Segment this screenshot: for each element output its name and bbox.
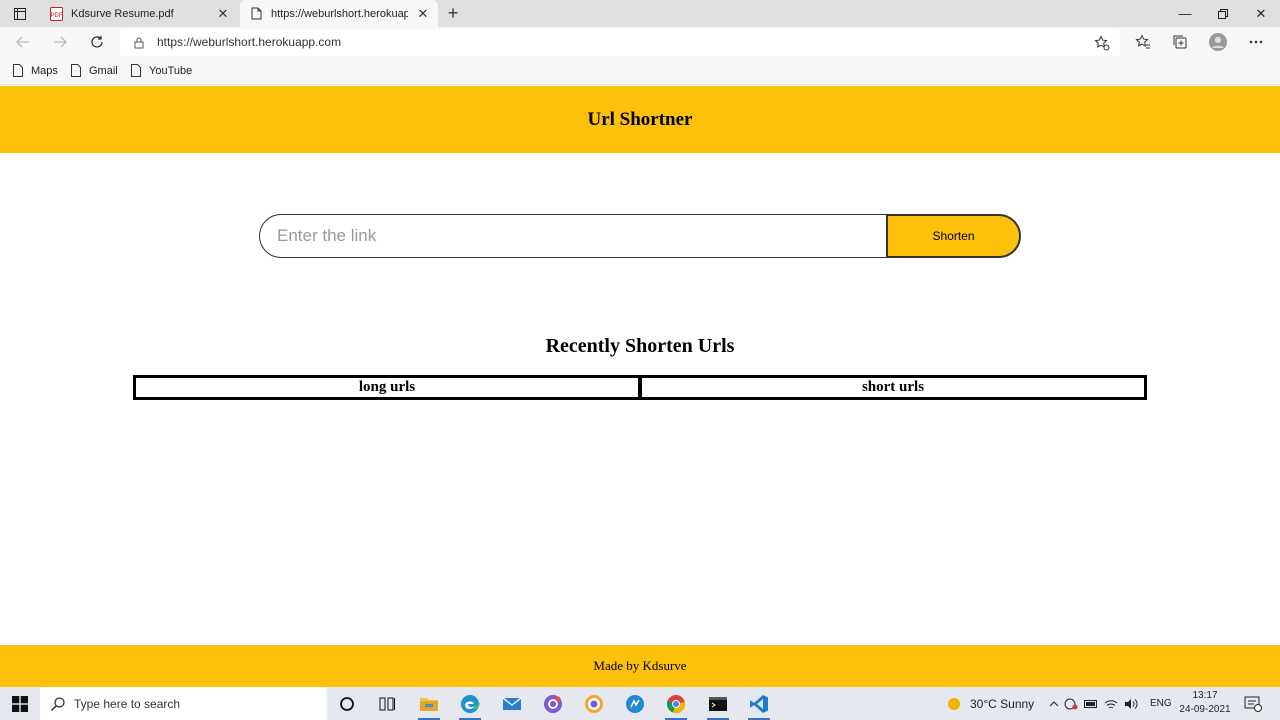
document-icon <box>71 64 81 77</box>
tab-actions-icon[interactable] <box>8 5 32 23</box>
network-warning-icon[interactable] <box>1061 698 1081 710</box>
bookmark-label: Maps <box>31 64 58 77</box>
notifications-icon[interactable] <box>1244 687 1262 720</box>
taskbar-search-box[interactable]: Type here to search <box>40 687 327 720</box>
restore-icon[interactable] <box>1204 0 1242 27</box>
page-header: Url Shortner <box>0 86 1280 153</box>
bookmark-gmail[interactable]: Gmail <box>71 64 118 77</box>
weather-widget[interactable]: 30°C Sunny <box>946 687 1034 720</box>
shorten-button[interactable]: Shorten <box>886 214 1021 258</box>
add-favorite-icon[interactable] <box>1094 35 1110 51</box>
chrome-icon[interactable] <box>663 691 689 720</box>
language-text: ENG <box>1150 698 1172 709</box>
recent-urls-heading: Recently Shorten Urls <box>545 335 735 357</box>
wifi-icon[interactable] <box>1101 698 1121 710</box>
bookmarks-bar: Maps Gmail YouTube <box>0 58 1280 85</box>
back-arrow-icon[interactable] <box>13 33 33 51</box>
volume-icon[interactable] <box>1121 698 1141 710</box>
search-placeholder: Type here to search <box>74 696 181 711</box>
tab-weburlshort[interactable]: https://weburlshort.herokuapp.c ✕ <box>240 0 438 27</box>
table-header-long-urls: long urls <box>358 379 416 395</box>
pdf-icon: PDF <box>49 6 63 21</box>
table-header-short-urls: short urls <box>638 378 1144 397</box>
url-text: https://weburlshort.herokuapp.com <box>157 35 342 49</box>
browser-tab-bar: PDF Kdsurve Resume.pdf ✕ https://weburls… <box>0 0 1280 27</box>
clock-date: 24-09-2021 <box>1179 704 1231 715</box>
close-icon[interactable]: ✕ <box>416 6 430 21</box>
close-window-icon[interactable]: ✕ <box>1242 0 1280 27</box>
windows-start-icon[interactable] <box>0 687 40 720</box>
minimize-icon[interactable]: — <box>1166 0 1204 27</box>
edge-browser-icon[interactable] <box>457 691 483 720</box>
system-tray-icons <box>1047 687 1141 720</box>
more-options-icon[interactable] <box>1247 33 1265 51</box>
site-info-icon[interactable] <box>132 36 146 50</box>
language-indicator[interactable]: ENG <box>1150 687 1172 720</box>
address-bar[interactable]: https://weburlshort.herokuapp.com <box>120 29 1120 56</box>
page-title: Url Shortner <box>587 108 693 130</box>
collections-icon[interactable] <box>1171 33 1189 51</box>
svg-text:PDF: PDF <box>50 13 62 19</box>
messenger-icon[interactable] <box>540 691 566 717</box>
windows-taskbar: Type here to search 30°C Sunny ENG 13:17… <box>0 687 1280 720</box>
close-icon[interactable]: ✕ <box>216 6 230 21</box>
link-input[interactable]: Enter the link <box>259 214 889 258</box>
tab-title: https://weburlshort.herokuapp.c <box>271 7 408 20</box>
bookmark-label: Gmail <box>89 64 118 77</box>
clock-time: 13:17 <box>1192 690 1218 701</box>
taskbar-clock[interactable]: 13:17 24-09-2021 <box>1173 689 1237 717</box>
app-icon[interactable] <box>622 691 648 717</box>
file-explorer-icon[interactable] <box>416 691 442 720</box>
vscode-icon[interactable] <box>746 691 772 720</box>
document-icon <box>131 64 141 77</box>
bookmark-label: YouTube <box>149 64 193 77</box>
mail-icon[interactable] <box>499 691 525 717</box>
urls-table: long urls short urls <box>133 375 1147 400</box>
footer-text: Made by Kdsurve <box>593 658 687 673</box>
forward-arrow-icon[interactable] <box>50 33 70 51</box>
document-icon <box>13 64 23 77</box>
profile-avatar-icon[interactable] <box>1209 33 1227 51</box>
task-view-icon[interactable] <box>374 691 400 717</box>
tab-kdsurve-resume[interactable]: PDF Kdsurve Resume.pdf ✕ <box>40 0 238 27</box>
app-icon[interactable] <box>581 691 607 717</box>
search-icon <box>50 696 65 711</box>
page-footer: Made by Kdsurve <box>0 645 1280 687</box>
refresh-icon[interactable] <box>87 33 107 51</box>
new-tab-plus-icon[interactable]: + <box>444 3 462 23</box>
cortana-icon[interactable] <box>334 691 360 717</box>
favorites-icon[interactable] <box>1134 33 1152 51</box>
bookmark-youtube[interactable]: YouTube <box>131 64 192 77</box>
bookmark-maps[interactable]: Maps <box>13 64 58 77</box>
window-controls: — ✕ <box>1166 0 1280 27</box>
chevron-up-icon[interactable] <box>1047 700 1061 707</box>
document-icon <box>249 7 263 21</box>
battery-icon[interactable] <box>1081 699 1101 708</box>
shorten-form: Enter the link Shorten <box>259 214 1021 258</box>
terminal-icon[interactable] <box>705 691 731 720</box>
sun-icon <box>948 697 960 710</box>
browser-toolbar: https://weburlshort.herokuapp.com <box>0 27 1280 58</box>
tab-title: Kdsurve Resume.pdf <box>71 7 174 20</box>
weather-text: 30°C Sunny <box>970 696 1035 711</box>
